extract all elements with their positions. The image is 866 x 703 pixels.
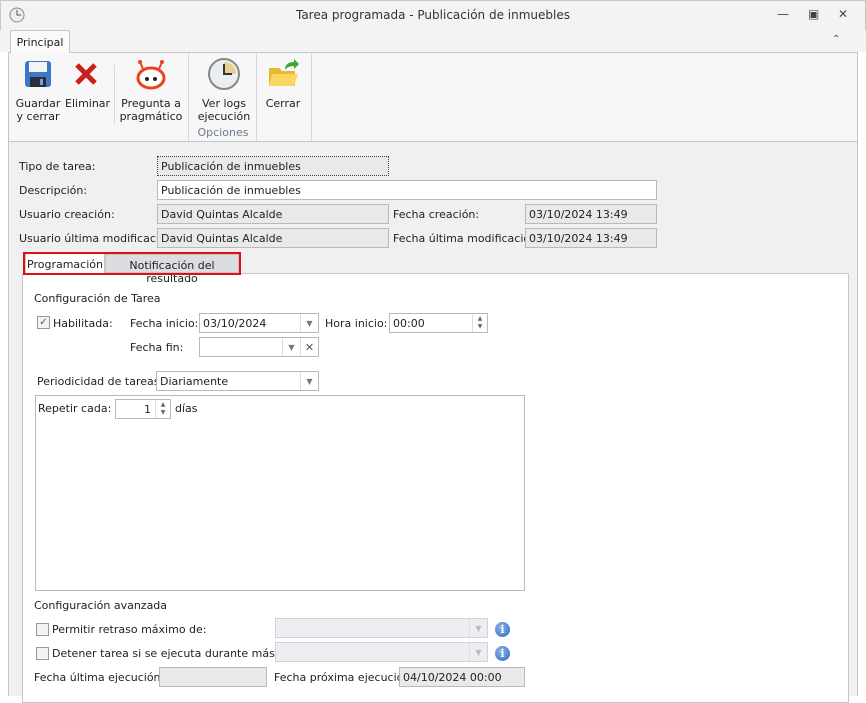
chevron-down-icon[interactable]: ▼ — [282, 338, 300, 356]
button-label: pragmático — [119, 110, 183, 123]
clock-icon — [193, 57, 255, 91]
fecha-ultima-label: Fecha última ejecución: — [34, 671, 165, 684]
tipo-field[interactable]: Publicación de inmuebles — [157, 156, 389, 176]
group-separator — [256, 53, 257, 141]
chevron-down-icon[interactable]: ▼ — [300, 372, 318, 390]
spinner-arrows-icon[interactable]: ▲ ▼ — [155, 400, 170, 418]
button-label: y cerrar — [16, 110, 60, 123]
repetir-value: 1 — [144, 403, 151, 416]
delete-button[interactable]: Eliminar — [65, 57, 111, 110]
folder-arrow-icon — [261, 57, 305, 91]
floppy-disk-icon — [15, 57, 61, 91]
usuario-modificacion-field: David Quintas Alcalde — [157, 228, 389, 248]
ask-pragmatico-button[interactable]: Pregunta a pragmático — [119, 57, 183, 123]
window-title: Tarea programada - Publicación de inmueb… — [295, 8, 570, 22]
usuario-creacion-field: David Quintas Alcalde — [157, 204, 389, 224]
fecha-proxima-label: Fecha próxima ejecución: — [274, 671, 415, 684]
hora-inicio-label: Hora inicio: — [325, 317, 388, 330]
fecha-creacion-label: Fecha creación: — [393, 208, 480, 221]
repetir-unit: días — [175, 402, 198, 415]
fecha-fin-combo[interactable]: ▼ ✕ — [199, 337, 319, 357]
spinner-arrows-icon[interactable]: ▲ ▼ — [472, 314, 487, 332]
periodicidad-label: Periodicidad de tareas: — [37, 375, 164, 388]
tipo-label: Tipo de tarea: — [19, 160, 96, 173]
fecha-inicio-value: 03/10/2024 — [203, 317, 267, 330]
separator — [114, 65, 115, 125]
save-close-button[interactable]: Guardar y cerrar — [15, 57, 61, 123]
highlight-outline — [23, 252, 241, 275]
fecha-inicio-combo[interactable]: 03/10/2024 ▼ — [199, 313, 319, 333]
button-label: Eliminar — [65, 97, 111, 110]
descripcion-label: Descripción: — [19, 184, 88, 197]
button-label: Guardar — [15, 97, 61, 110]
fecha-creacion-field: 03/10/2024 13:49 — [525, 204, 657, 224]
info-icon[interactable]: i — [495, 622, 510, 637]
ribbon-tab-principal[interactable]: Principal — [10, 30, 70, 53]
detener-combo[interactable]: ▼ — [275, 642, 488, 662]
usuario-modificacion-label: Usuario última modificación: — [19, 232, 177, 245]
habilitada-checkbox[interactable]: ✓ — [37, 316, 50, 329]
descripcion-input[interactable]: Publicación de inmuebles — [157, 180, 657, 200]
red-x-icon — [65, 57, 107, 91]
detener-checkbox[interactable] — [36, 647, 49, 660]
retraso-combo[interactable]: ▼ — [275, 618, 488, 638]
fecha-ultima-field — [159, 667, 267, 687]
button-label: Pregunta a — [121, 97, 181, 110]
periodicidad-combo[interactable]: Diariamente ▼ — [156, 371, 319, 391]
minimize-button[interactable]: — — [777, 7, 789, 21]
close-button[interactable]: ✕ — [838, 7, 848, 21]
repetir-spinner[interactable]: 1 ▲ ▼ — [115, 399, 171, 419]
chevron-down-icon[interactable]: ▼ — [300, 314, 318, 332]
hora-inicio-spinner[interactable]: 00:00 ▲ ▼ — [389, 313, 488, 333]
robot-face-icon — [119, 57, 183, 91]
fecha-proxima-field: 04/10/2024 00:00 — [399, 667, 525, 687]
detener-label: Detener tarea si se ejecuta durante más … — [52, 647, 296, 660]
hora-inicio-value: 00:00 — [393, 317, 425, 330]
info-icon[interactable]: i — [495, 646, 510, 661]
retraso-label: Permitir retraso máximo de: — [52, 623, 207, 636]
fecha-fin-label: Fecha fin: — [130, 341, 184, 354]
periodicidad-value: Diariamente — [160, 375, 229, 388]
chevron-down-icon[interactable]: ▼ — [469, 643, 487, 661]
chevron-down-icon[interactable]: ▼ — [469, 619, 487, 637]
group-label-opciones: Opciones — [197, 126, 249, 139]
group-separator — [311, 53, 312, 141]
repetir-label: Repetir cada: — [38, 402, 112, 415]
maximize-button[interactable]: ▣ — [808, 7, 819, 21]
collapse-ribbon-icon[interactable]: ⌃ — [832, 34, 840, 45]
close-form-button[interactable]: Cerrar — [261, 57, 305, 110]
ribbon: Guardar y cerrar Eliminar Pregunta a pragm… — [8, 52, 858, 142]
button-label: Cerrar — [265, 97, 301, 110]
retraso-checkbox[interactable] — [36, 623, 49, 636]
ribbon-tab-strip — [0, 30, 866, 52]
clear-x-icon[interactable]: ✕ — [300, 338, 318, 356]
button-label: Ver logs — [202, 97, 246, 110]
fecha-inicio-label: Fecha inicio: — [130, 317, 199, 330]
section-configuracion-avanzada: Configuración avanzada — [34, 599, 168, 612]
repeat-panel — [35, 395, 525, 591]
habilitada-label: Habilitada: — [53, 317, 113, 330]
usuario-creacion-label: Usuario creación: — [19, 208, 115, 221]
fecha-modificacion-label: Fecha última modificación: — [393, 232, 541, 245]
section-configuracion-tarea: Configuración de Tarea — [34, 292, 161, 305]
view-logs-button[interactable]: Ver logs ejecución — [193, 57, 255, 123]
fecha-modificacion-field: 03/10/2024 13:49 — [525, 228, 657, 248]
button-label: ejecución — [197, 110, 251, 123]
